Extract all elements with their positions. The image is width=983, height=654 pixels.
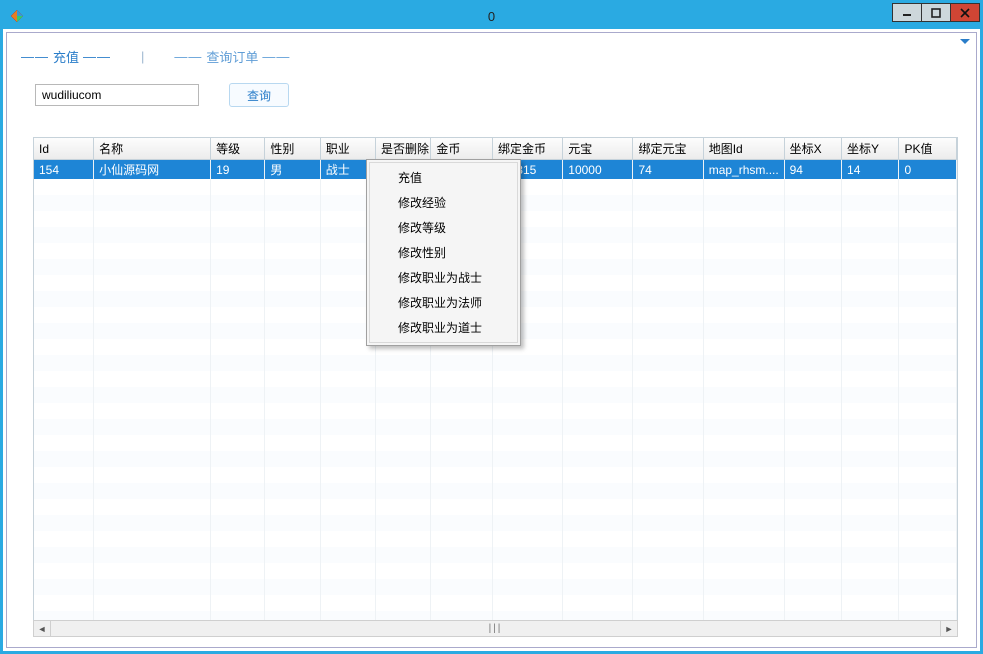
table-cell: 154 [34, 160, 94, 180]
table-row [34, 531, 957, 547]
table-row [34, 435, 957, 451]
table-row [34, 451, 957, 467]
panel-dropdown-icon[interactable] [960, 39, 970, 44]
table-row [34, 387, 957, 403]
column-header[interactable]: 坐标Y [842, 138, 899, 160]
maximize-button[interactable] [921, 3, 951, 22]
context-menu-item[interactable]: 修改职业为法师 [370, 290, 517, 315]
column-header[interactable]: Id [34, 138, 94, 160]
table-row [34, 483, 957, 499]
table-cell: 94 [784, 160, 841, 180]
column-header[interactable]: 职业 [320, 138, 375, 160]
search-row: 查询 [7, 73, 976, 121]
minimize-button[interactable] [892, 3, 922, 22]
context-menu-item[interactable]: 修改职业为道士 [370, 315, 517, 340]
table-row [34, 467, 957, 483]
table-cell: 14 [842, 160, 899, 180]
table-cell: 19 [211, 160, 265, 180]
table-row [34, 371, 957, 387]
tab-qo-dash-left: —— [174, 49, 202, 64]
horizontal-scrollbar[interactable]: ◄ ||| ► [33, 620, 958, 637]
window-controls [893, 3, 980, 23]
scroll-track[interactable]: ||| [51, 623, 940, 634]
column-header[interactable]: PK值 [899, 138, 957, 160]
column-header[interactable]: 绑定金币 [493, 138, 563, 160]
table-cell: map_rhsm.... [703, 160, 784, 180]
window-title: 0 [488, 9, 495, 24]
tab-dash-right: —— [83, 49, 111, 64]
scroll-left-icon[interactable]: ◄ [34, 621, 51, 636]
search-input[interactable] [35, 84, 199, 106]
table-cell: 小仙源码网 [94, 160, 211, 180]
column-header[interactable]: 性别 [265, 138, 320, 160]
tab-bar: —— 充值 —— | —— 查询订单 —— [7, 39, 976, 73]
column-header[interactable]: 名称 [94, 138, 211, 160]
table-row [34, 595, 957, 611]
scroll-grip-icon: ||| [489, 623, 503, 634]
column-header[interactable]: 绑定元宝 [633, 138, 703, 160]
table-cell: 10000 [563, 160, 633, 180]
column-header[interactable]: 地图Id [703, 138, 784, 160]
tab-dash-left: —— [21, 49, 49, 64]
query-button[interactable]: 查询 [229, 83, 289, 107]
table-row [34, 355, 957, 371]
column-header[interactable]: 是否删除 [376, 138, 431, 160]
close-button[interactable] [950, 3, 980, 22]
context-menu: 充值修改经验修改等级修改性别修改职业为战士修改职业为法师修改职业为道士 [366, 159, 521, 346]
table-cell: 74 [633, 160, 703, 180]
context-menu-item[interactable]: 修改职业为战士 [370, 265, 517, 290]
app-icon [9, 8, 25, 24]
table-row [34, 499, 957, 515]
table-row [34, 419, 957, 435]
table-row [34, 579, 957, 595]
tab-recharge[interactable]: —— 充值 —— [21, 47, 111, 66]
column-header[interactable]: 金币 [431, 138, 493, 160]
table-cell: 男 [265, 160, 320, 180]
context-menu-item[interactable]: 修改性别 [370, 240, 517, 265]
table-row [34, 403, 957, 419]
tab-recharge-label: 充值 [53, 47, 79, 66]
tab-query-order[interactable]: —— 查询订单 —— [174, 47, 290, 66]
tab-separator: | [141, 49, 144, 64]
data-grid[interactable]: Id名称等级性别职业是否删除金币绑定金币元宝绑定元宝地图Id坐标X坐标YPK值 … [33, 137, 958, 621]
column-header[interactable]: 等级 [211, 138, 265, 160]
table-row [34, 515, 957, 531]
tab-qo-dash-right: —— [262, 49, 290, 64]
context-menu-item[interactable]: 修改经验 [370, 190, 517, 215]
context-menu-item[interactable]: 充值 [370, 165, 517, 190]
column-header[interactable]: 坐标X [784, 138, 841, 160]
context-menu-item[interactable]: 修改等级 [370, 215, 517, 240]
table-cell: 0 [899, 160, 957, 180]
title-bar: 0 [3, 3, 980, 29]
content-area: —— 充值 —— | —— 查询订单 —— 查询 [6, 32, 977, 648]
column-header[interactable]: 元宝 [563, 138, 633, 160]
scroll-right-icon[interactable]: ► [940, 621, 957, 636]
table-row [34, 563, 957, 579]
table-row [34, 547, 957, 563]
tab-query-order-label: 查询订单 [206, 47, 258, 66]
